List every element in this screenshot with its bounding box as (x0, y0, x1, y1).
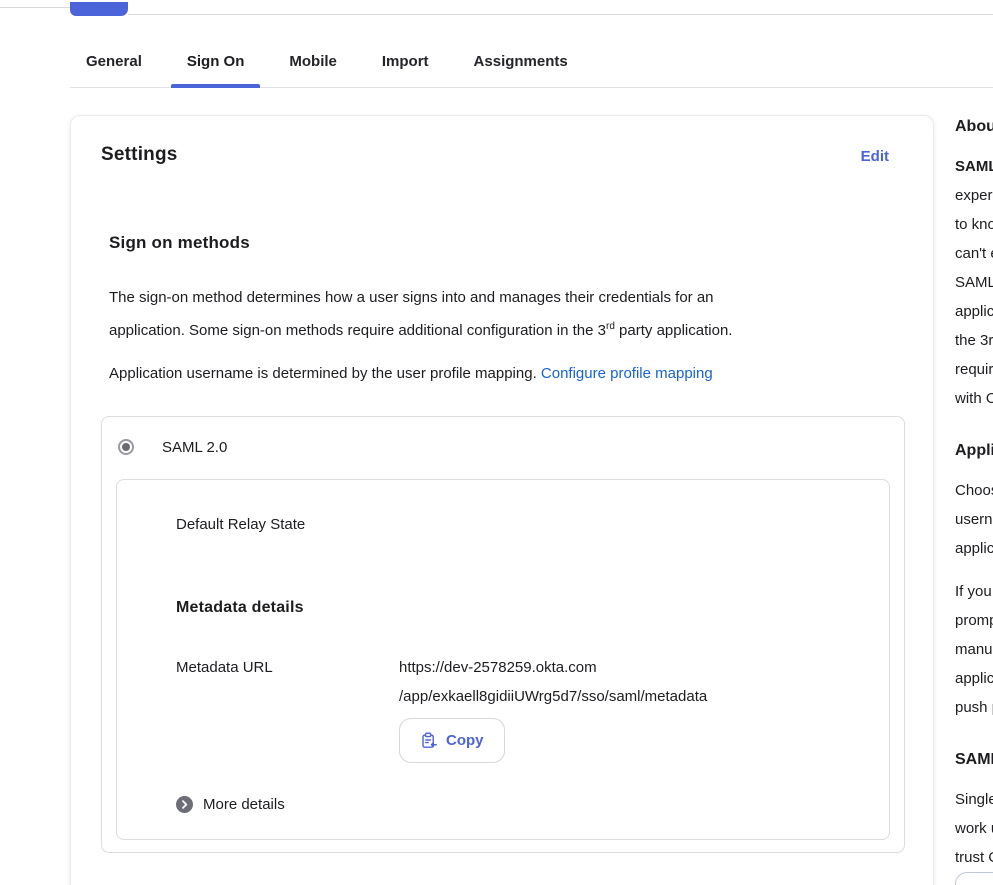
sign-on-description-tail: party application. (615, 322, 733, 339)
saml-radio-row[interactable]: SAML 2.0 (102, 417, 904, 477)
app-tab-bar: General Sign On Mobile Import Assignment… (70, 40, 993, 88)
saml-setup-instructions-button[interactable] (955, 872, 993, 885)
settings-title: Settings (101, 142, 178, 168)
username-mapping-line: Application username is determined by th… (109, 359, 903, 388)
metadata-url-value: https://dev-2578259.okta.com /app/exkael… (399, 653, 707, 711)
more-details-toggle[interactable]: More details (176, 796, 859, 813)
saml-setup-heading: SAML Setup (955, 750, 993, 770)
saml-setup-paragraph: Single Sign On using SAML will not work … (955, 785, 993, 872)
metadata-details-heading: Metadata details (176, 597, 859, 619)
default-relay-state-label: Default Relay State (176, 515, 859, 535)
tab-import[interactable]: Import (366, 40, 445, 87)
tab-mobile[interactable]: Mobile (273, 40, 353, 87)
copy-clipboard-icon (420, 732, 437, 749)
chevron-right-circle-icon (176, 796, 193, 813)
metadata-url-row: Metadata URL https://dev-2578259.okta.co… (176, 653, 859, 711)
ordinal-superscript: rd (606, 321, 615, 332)
saml-radio-label: SAML 2.0 (162, 439, 227, 456)
application-username-heading: Application Username (955, 441, 993, 461)
help-sidebar: About SAML 2.0 streamlines the end user … (955, 117, 993, 885)
application-username-paragraph-1: Choose a format to use as the default us… (955, 476, 993, 563)
edit-settings-link[interactable]: Edit (861, 148, 889, 165)
active-nav-tab-remnant[interactable] (70, 2, 128, 16)
saml-radio-selected-icon[interactable] (118, 439, 134, 455)
username-mapping-text: Application username is determined by th… (109, 365, 541, 382)
copy-button-label: Copy (446, 732, 484, 749)
tab-general[interactable]: General (70, 40, 158, 87)
configure-profile-mapping-link[interactable]: Configure profile mapping (541, 365, 713, 382)
sign-on-description: The sign-on method determines how a user… (109, 283, 903, 345)
metadata-url-label: Metadata URL (176, 653, 399, 711)
about-bold-lead: SAML 2.0 (955, 158, 993, 175)
about-body: streamlines the end user experience by n… (955, 158, 993, 407)
saml-details-panel: Default Relay State Metadata details Met… (116, 479, 890, 840)
top-divider-left (0, 7, 70, 8)
tab-sign-on[interactable]: Sign On (171, 40, 261, 87)
copy-metadata-url-button[interactable]: Copy (399, 718, 505, 763)
settings-card-header: Settings Edit (71, 116, 933, 168)
settings-card: Settings Edit Sign on methods The sign-o… (70, 115, 934, 885)
about-heading: About (955, 117, 993, 137)
sign-on-method-group: SAML 2.0 Default Relay State Metadata de… (101, 416, 905, 853)
tab-sign-on-label: Sign On (187, 53, 245, 70)
about-paragraph: SAML 2.0 streamlines the end user experi… (955, 152, 993, 413)
active-tab-indicator (171, 84, 261, 88)
more-details-label: More details (203, 796, 285, 813)
tab-assignments[interactable]: Assignments (458, 40, 584, 87)
top-divider-right (128, 14, 993, 15)
radio-dot (122, 443, 130, 451)
sign-on-methods-heading: Sign on methods (109, 232, 903, 254)
application-username-paragraph-2: If you select None you will be prompted … (955, 577, 993, 722)
